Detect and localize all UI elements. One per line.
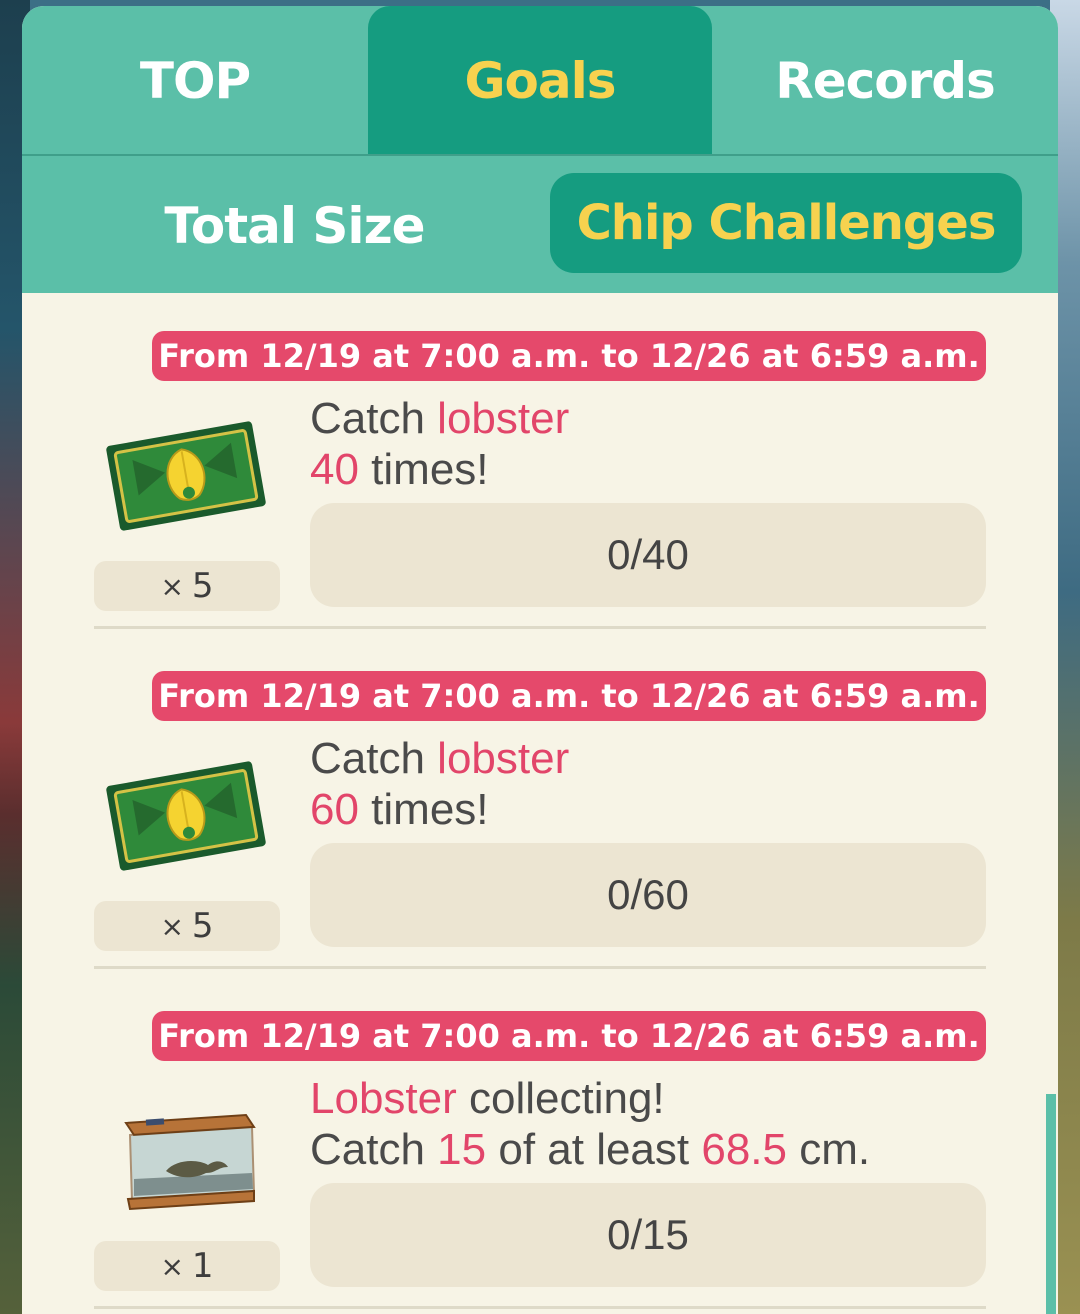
times-sign: × (160, 909, 184, 943)
goals-panel: TOP Goals Records Total Size Chip Challe… (22, 6, 1058, 1314)
reward-quantity-value: 1 (191, 1246, 214, 1286)
desc-highlight: 68.5 (701, 1125, 787, 1174)
challenge-item: From 12/19 at 7:00 a.m. to 12/26 at 6:59… (22, 633, 1058, 973)
item-divider (94, 626, 986, 629)
scrollbar[interactable] (1046, 1094, 1056, 1314)
desc-text: times! (358, 445, 489, 494)
desc-text: collecting! (456, 1074, 665, 1123)
reward-quantity: × 5 (94, 561, 280, 611)
desc-highlight: lobster (437, 394, 570, 443)
desc-highlight: 40 (310, 445, 359, 494)
times-sign: × (160, 569, 184, 603)
challenge-description: Lobster collecting! Catch 15 of at least… (310, 1073, 1000, 1175)
leaf-ticket-icon (106, 421, 266, 531)
tab-records[interactable]: Records (712, 6, 1058, 156)
subtab-chip-challenges[interactable]: Chip Challenges (550, 173, 1022, 273)
challenge-item: From 12/19 at 7:00 a.m. to 12/26 at 6:59… (22, 973, 1058, 1313)
item-divider (94, 966, 986, 969)
progress-text: 0/60 (607, 871, 689, 918)
challenge-description: Catch lobster 40 times! (310, 393, 1000, 495)
leaf-ticket-icon (106, 761, 266, 871)
main-tab-bar: TOP Goals Records (22, 6, 1058, 156)
reward-quantity: × 1 (94, 1241, 280, 1291)
desc-highlight: 60 (310, 785, 359, 834)
reward-quantity: × 5 (94, 901, 280, 951)
progress-text: 0/40 (607, 531, 689, 578)
period-badge: From 12/19 at 7:00 a.m. to 12/26 at 6:59… (152, 331, 986, 381)
reward-quantity-value: 5 (191, 566, 214, 606)
desc-text: Catch (310, 734, 438, 783)
desc-highlight: Lobster (310, 1074, 457, 1123)
desc-text: cm. (787, 1125, 871, 1174)
item-divider (94, 1306, 986, 1309)
desc-text: of at least (486, 1125, 702, 1174)
desc-highlight: 15 (437, 1125, 487, 1174)
progress-bar: 0/60 (310, 843, 986, 947)
desc-text: times! (358, 785, 489, 834)
challenge-item: From 12/19 at 7:00 a.m. to 12/26 at 6:59… (22, 293, 1058, 633)
tab-goals[interactable]: Goals (368, 6, 712, 156)
challenge-description: Catch lobster 60 times! (310, 733, 1000, 835)
desc-text: Catch (310, 1125, 438, 1174)
subtab-total-size[interactable]: Total Size (164, 186, 425, 266)
lobster-aquarium-icon (106, 1101, 266, 1211)
sub-tab-bar: Total Size Chip Challenges (22, 156, 1058, 293)
tab-top[interactable]: TOP (22, 6, 368, 156)
reward-quantity-value: 5 (191, 906, 214, 946)
progress-text: 0/15 (607, 1211, 689, 1258)
desc-text: Catch (310, 394, 438, 443)
progress-bar: 0/15 (310, 1183, 986, 1287)
progress-bar: 0/40 (310, 503, 986, 607)
desc-highlight: lobster (437, 734, 570, 783)
period-badge: From 12/19 at 7:00 a.m. to 12/26 at 6:59… (152, 671, 986, 721)
times-sign: × (160, 1249, 184, 1283)
period-badge: From 12/19 at 7:00 a.m. to 12/26 at 6:59… (152, 1011, 986, 1061)
